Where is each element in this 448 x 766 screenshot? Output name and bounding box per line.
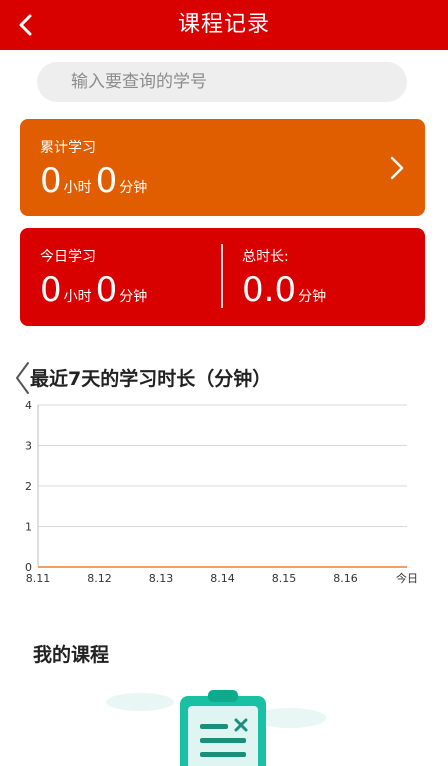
hours-unit: 小时 bbox=[63, 289, 92, 305]
x-tick-label: 8.16 bbox=[333, 572, 358, 585]
total-study-label: 累计学习 bbox=[40, 140, 96, 156]
card-divider bbox=[221, 244, 223, 308]
y-tick-label: 2 bbox=[25, 480, 32, 493]
today-minutes-value: 0 bbox=[95, 270, 118, 310]
total-duration-number: 0.0 bbox=[242, 270, 297, 310]
x-tick-label: 8.11 bbox=[26, 572, 51, 585]
total-duration-label: 总时长: bbox=[242, 249, 289, 265]
chart-title: 最近7天的学习时长（分钟） bbox=[30, 368, 272, 390]
total-minutes-value: 0 bbox=[95, 161, 118, 201]
today-study-label: 今日学习 bbox=[40, 249, 96, 265]
today-study-value: 0 小时 0 分钟 bbox=[40, 273, 151, 307]
total-study-value: 0 小时 0 分钟 bbox=[40, 164, 151, 198]
y-tick-label: 1 bbox=[25, 521, 32, 534]
x-tick-label: 8.15 bbox=[272, 572, 297, 585]
study-duration-chart: 012348.11 8.12 8.13 8.14 8.15 8.16 今日 bbox=[25, 399, 418, 585]
hours-unit: 小时 bbox=[63, 180, 92, 196]
total-duration-unit: 分钟 bbox=[298, 289, 327, 305]
x-tick-label: 8.14 bbox=[210, 572, 235, 585]
student-id-search-input[interactable]: 输入要查询的学号 bbox=[37, 62, 407, 102]
my-courses-title: 我的课程 bbox=[33, 644, 110, 666]
x-tick-label: 今日 bbox=[396, 571, 418, 585]
y-tick-label: 3 bbox=[25, 440, 32, 453]
minutes-unit: 分钟 bbox=[119, 180, 148, 196]
page-title: 课程记录 bbox=[177, 12, 270, 37]
today-study-card: 今日学习 0 小时 0 分钟 总时长: 0.0 分钟 bbox=[20, 228, 425, 326]
y-tick-label: 4 bbox=[25, 399, 32, 412]
chevron-right-icon bbox=[390, 156, 404, 180]
x-tick-label: 8.12 bbox=[87, 572, 112, 585]
total-study-card[interactable]: 累计学习 0 小时 0 分钟 bbox=[20, 119, 425, 216]
x-tick-label: 8.13 bbox=[149, 572, 174, 585]
clipboard-icon bbox=[106, 690, 326, 766]
today-hours-value: 0 bbox=[40, 270, 62, 310]
top-bar: 课程记录 bbox=[0, 0, 448, 50]
minutes-unit: 分钟 bbox=[119, 289, 148, 305]
total-hours-value: 0 bbox=[40, 161, 62, 201]
total-duration-value: 0.0 分钟 bbox=[242, 273, 330, 307]
